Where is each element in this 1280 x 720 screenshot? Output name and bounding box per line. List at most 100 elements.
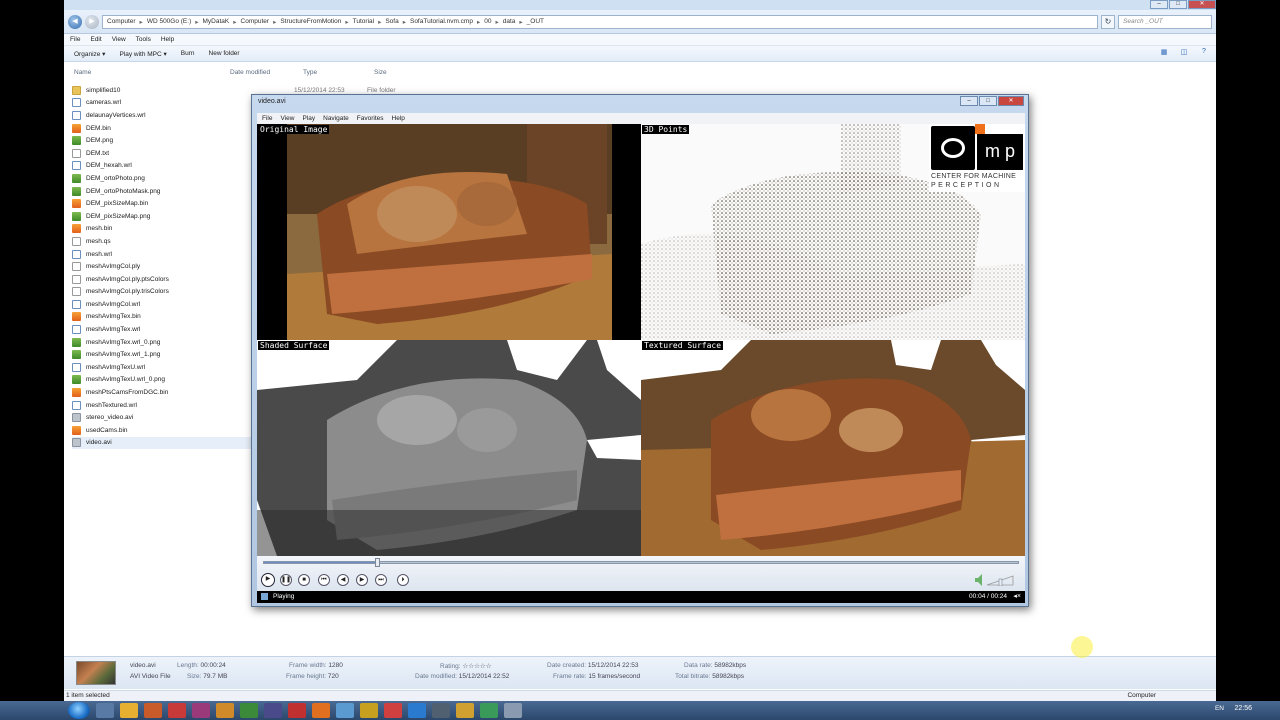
taskbar-app-icon[interactable]	[432, 703, 450, 718]
rating-label: Rating:	[440, 663, 461, 670]
start-button[interactable]	[68, 702, 90, 719]
column-size[interactable]: Size	[374, 69, 387, 76]
file-name: simplified10	[86, 86, 121, 94]
language-indicator[interactable]: EN	[1215, 705, 1224, 712]
view-options-icon[interactable]: ▦	[1158, 48, 1170, 59]
previous-button[interactable]: ⏮	[318, 574, 330, 586]
refresh-icon[interactable]: ↻	[1101, 14, 1115, 29]
minimize-button[interactable]: –	[1150, 0, 1168, 9]
breadcrumb-item[interactable]: Sofa	[385, 18, 398, 25]
frame-height-label: Frame height:	[286, 673, 327, 680]
preview-pane-icon[interactable]: ◫	[1178, 48, 1190, 59]
taskbar-app-icon[interactable]	[384, 703, 402, 718]
breadcrumb-separator-icon[interactable]: ▸	[273, 18, 276, 26]
taskbar-app-icon[interactable]	[120, 703, 138, 718]
column-type[interactable]: Type	[303, 69, 317, 76]
taskbar-app-icon[interactable]	[168, 703, 186, 718]
breadcrumb-separator-icon[interactable]: ▸	[345, 18, 348, 26]
player-menu-favorites[interactable]: Favorites	[357, 115, 384, 122]
player-maximize-button[interactable]: □	[979, 96, 997, 106]
breadcrumb-item[interactable]: Computer	[241, 18, 270, 25]
video-area[interactable]: Original Image m p CENTER FOR MACHINE PE…	[257, 124, 1025, 556]
speaker-icon[interactable]: ◂×	[1013, 592, 1021, 600]
back-button[interactable]: ◀	[68, 14, 82, 29]
menu-tools[interactable]: Tools	[136, 36, 151, 43]
player-close-button[interactable]: ✕	[998, 96, 1024, 106]
breadcrumb-separator-icon[interactable]: ▸	[477, 18, 480, 26]
breadcrumb-separator-icon[interactable]: ▸	[403, 18, 406, 26]
breadcrumb-item[interactable]: data	[503, 18, 516, 25]
player-menu-play[interactable]: Play	[302, 115, 315, 122]
taskbar-app-icon[interactable]	[192, 703, 210, 718]
breadcrumb-separator-icon[interactable]: ▸	[519, 18, 522, 26]
breadcrumb-item[interactable]: WD 500Go (E:)	[147, 18, 191, 25]
taskbar-app-icon[interactable]	[144, 703, 162, 718]
breadcrumb-item[interactable]: Computer	[107, 18, 136, 25]
play-button[interactable]: ▶	[261, 573, 275, 587]
file-name: meshAvImgCol.wrl	[86, 300, 141, 308]
frame-step-button[interactable]: ⏵	[397, 574, 409, 586]
search-input[interactable]: Search _OUT	[1118, 14, 1212, 29]
player-minimize-button[interactable]: –	[960, 96, 978, 106]
breadcrumb-separator-icon[interactable]: ▸	[233, 18, 236, 26]
taskbar-app-icon[interactable]	[336, 703, 354, 718]
menu-view[interactable]: View	[112, 36, 126, 43]
new-folder-button[interactable]: New folder	[209, 50, 240, 57]
player-menu-file[interactable]: File	[262, 115, 272, 122]
taskbar-app-icon[interactable]	[264, 703, 282, 718]
maximize-button[interactable]: □	[1169, 0, 1187, 9]
taskbar-app-icon[interactable]	[408, 703, 426, 718]
breadcrumb-item[interactable]: StructureFromMotion	[280, 18, 341, 25]
taskbar-app-icon[interactable]	[360, 703, 378, 718]
rating-stars[interactable]: ☆☆☆☆☆	[462, 663, 491, 670]
menu-edit[interactable]: Edit	[90, 36, 101, 43]
rewind-button[interactable]: ◀	[337, 574, 349, 586]
organize-button[interactable]: Organize ▾	[74, 50, 105, 58]
player-menu-view[interactable]: View	[280, 115, 294, 122]
volume-control[interactable]	[975, 574, 1015, 587]
breadcrumb-separator-icon[interactable]: ▸	[195, 18, 198, 26]
playing-icon	[261, 593, 268, 600]
taskbar-app-icon[interactable]	[312, 703, 330, 718]
breadcrumb-separator-icon[interactable]: ▸	[495, 18, 498, 26]
close-button[interactable]: ✕	[1188, 0, 1216, 9]
file-name: meshAvImgCol.ply	[86, 263, 141, 271]
next-button[interactable]: ⏭	[375, 574, 387, 586]
txt-file-icon	[72, 148, 81, 158]
seek-progress	[264, 562, 378, 563]
address-bar[interactable]: Computer ▸ WD 500Go (E:) ▸ MyDataK ▸ Computer ▸…	[102, 14, 1098, 29]
breadcrumb-item[interactable]: Tutorial	[353, 18, 374, 25]
player-menu-navigate[interactable]: Navigate	[323, 115, 349, 122]
taskbar-app-icon[interactable]	[480, 703, 498, 718]
taskbar-app-explorer-icon[interactable]	[96, 703, 114, 718]
player-menu-help[interactable]: Help	[392, 115, 405, 122]
player-titlebar[interactable]: video.avi – □ ✕	[252, 95, 1028, 110]
play-with-button[interactable]: Play with MPC ▾	[119, 50, 166, 58]
wrl-file-icon	[72, 362, 81, 372]
breadcrumb-item[interactable]: SofaTutorial.nvm.cmp	[410, 18, 473, 25]
pause-button[interactable]: ❚❚	[280, 574, 292, 586]
seek-bar[interactable]	[263, 558, 1019, 567]
menu-help[interactable]: Help	[161, 36, 174, 43]
forward-button[interactable]: ▶	[356, 574, 368, 586]
forward-button[interactable]: ▶	[85, 14, 99, 29]
taskbar-app-icon[interactable]	[288, 703, 306, 718]
column-name[interactable]: Name	[74, 69, 91, 76]
stop-button[interactable]: ■	[298, 574, 310, 586]
breadcrumb-item[interactable]: MyDataK	[203, 18, 230, 25]
breadcrumb-separator-icon[interactable]: ▸	[378, 18, 381, 26]
cmp-logo-text-2: PERCEPTION	[931, 182, 1002, 189]
burn-button[interactable]: Burn	[181, 50, 195, 57]
breadcrumb-item[interactable]: 00	[484, 18, 491, 25]
clock[interactable]: 22:56	[1234, 705, 1252, 712]
help-icon[interactable]: ?	[1198, 48, 1210, 59]
taskbar-app-icon[interactable]	[240, 703, 258, 718]
taskbar-app-icon[interactable]	[216, 703, 234, 718]
taskbar-app-icon[interactable]	[504, 703, 522, 718]
breadcrumb-separator-icon[interactable]: ▸	[140, 18, 143, 26]
column-date[interactable]: Date modified	[230, 69, 270, 76]
seek-thumb[interactable]	[375, 558, 381, 567]
taskbar-app-icon[interactable]	[456, 703, 474, 718]
menu-file[interactable]: File	[70, 36, 80, 43]
breadcrumb-item[interactable]: _OUT	[527, 18, 544, 25]
